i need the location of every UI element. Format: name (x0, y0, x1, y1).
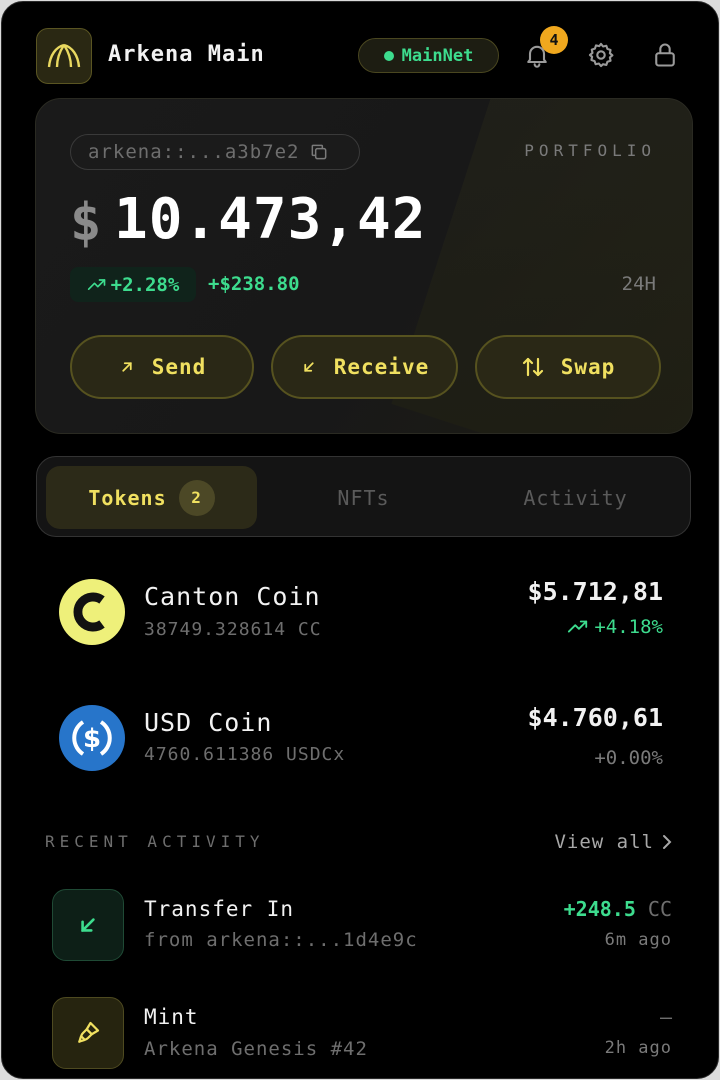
activity-subtitle: from arkena::...1d4e9c (144, 929, 418, 951)
activity-amount: +248.5 CC (564, 897, 672, 921)
arrow-up-right-icon (122, 362, 132, 372)
copy-icon[interactable] (309, 142, 329, 162)
token-change-value: +4.18% (594, 616, 663, 638)
token-change: +0.00% (594, 747, 663, 769)
currency-symbol: $ (70, 193, 102, 253)
activity-amount: — (659, 1005, 672, 1029)
token-value: $5.712,81 (527, 577, 663, 606)
token-name: Canton Coin (144, 582, 321, 611)
swap-arrows-icon (522, 357, 543, 377)
arrow-down-left-icon (304, 362, 314, 372)
notification-badge: 4 (540, 26, 568, 54)
token-value: $4.760,61 (527, 703, 663, 732)
portfolio-card: arkena::...a3b7e2 PORTFOLIO $ 10.473,42 … (35, 98, 693, 434)
trend-up-icon (87, 278, 106, 290)
send-button[interactable]: Send (70, 335, 254, 399)
token-name: USD Coin (144, 708, 273, 737)
change-percent-badge: +2.28% (70, 267, 196, 302)
trend-up-icon (568, 620, 588, 633)
usd-coin-icon: $ (59, 705, 125, 771)
tab-activity-label: Activity (523, 485, 628, 510)
tab-nfts[interactable]: NFTs (258, 466, 469, 529)
token-amount: 4760.611386 USDCx (144, 744, 346, 765)
arrow-down-left-icon (52, 889, 124, 961)
swap-label: Swap (560, 355, 616, 379)
send-label: Send (151, 355, 207, 379)
period-label[interactable]: 24H (622, 273, 656, 295)
change-percent: +2.28% (110, 273, 180, 296)
brush-icon (52, 997, 124, 1069)
wallet-window: Arkena Main MainNet 4 arkena::...a3b7e2 (1, 1, 719, 1079)
portfolio-label: PORTFOLIO (524, 141, 656, 160)
address-pill[interactable]: arkena::...a3b7e2 (70, 134, 360, 170)
network-selector[interactable]: MainNet (358, 38, 499, 73)
receive-label: Receive (333, 355, 430, 379)
asset-tabs: Tokens 2 NFTs Activity (36, 456, 691, 537)
wallet-address: arkena::...a3b7e2 (88, 141, 300, 163)
activity-amount-unit: CC (647, 897, 672, 921)
view-all-label: View all (554, 831, 654, 853)
tab-nfts-label: NFTs (337, 485, 390, 510)
tab-activity[interactable]: Activity (470, 466, 681, 529)
activity-title: Mint (144, 1005, 199, 1029)
wallet-name[interactable]: Arkena Main (108, 42, 265, 67)
tokens-count-badge: 2 (178, 479, 215, 516)
activity-subtitle: Arkena Genesis #42 (144, 1038, 368, 1060)
receive-button[interactable]: Receive (271, 335, 458, 399)
tab-tokens[interactable]: Tokens 2 (46, 466, 257, 529)
change-amount: +$238.80 (208, 273, 300, 295)
lock-icon[interactable] (650, 40, 680, 70)
activity-time: 6m ago (604, 930, 672, 950)
chevron-right-icon (663, 835, 672, 849)
gear-icon[interactable] (586, 40, 616, 70)
view-all-link[interactable]: View all (554, 831, 672, 853)
token-change: +4.18% (567, 616, 663, 638)
arkena-logo (36, 28, 92, 84)
network-label: MainNet (401, 45, 474, 66)
activity-amount-value: +248.5 (563, 897, 636, 921)
network-status-dot (383, 50, 394, 61)
token-change-value: +0.00% (594, 747, 663, 769)
portfolio-balance: 10.473,42 (114, 187, 427, 252)
tab-tokens-label: Tokens (88, 485, 167, 510)
recent-activity-label: RECENT ACTIVITY (45, 832, 265, 851)
arkena-logo-icon (47, 43, 81, 68)
activity-title: Transfer In (144, 897, 295, 921)
svg-text:$: $ (83, 724, 101, 754)
canton-coin-icon (59, 579, 125, 645)
swap-button[interactable]: Swap (475, 335, 661, 399)
token-amount: 38749.328614 CC (144, 619, 322, 640)
activity-time: 2h ago (604, 1038, 672, 1058)
